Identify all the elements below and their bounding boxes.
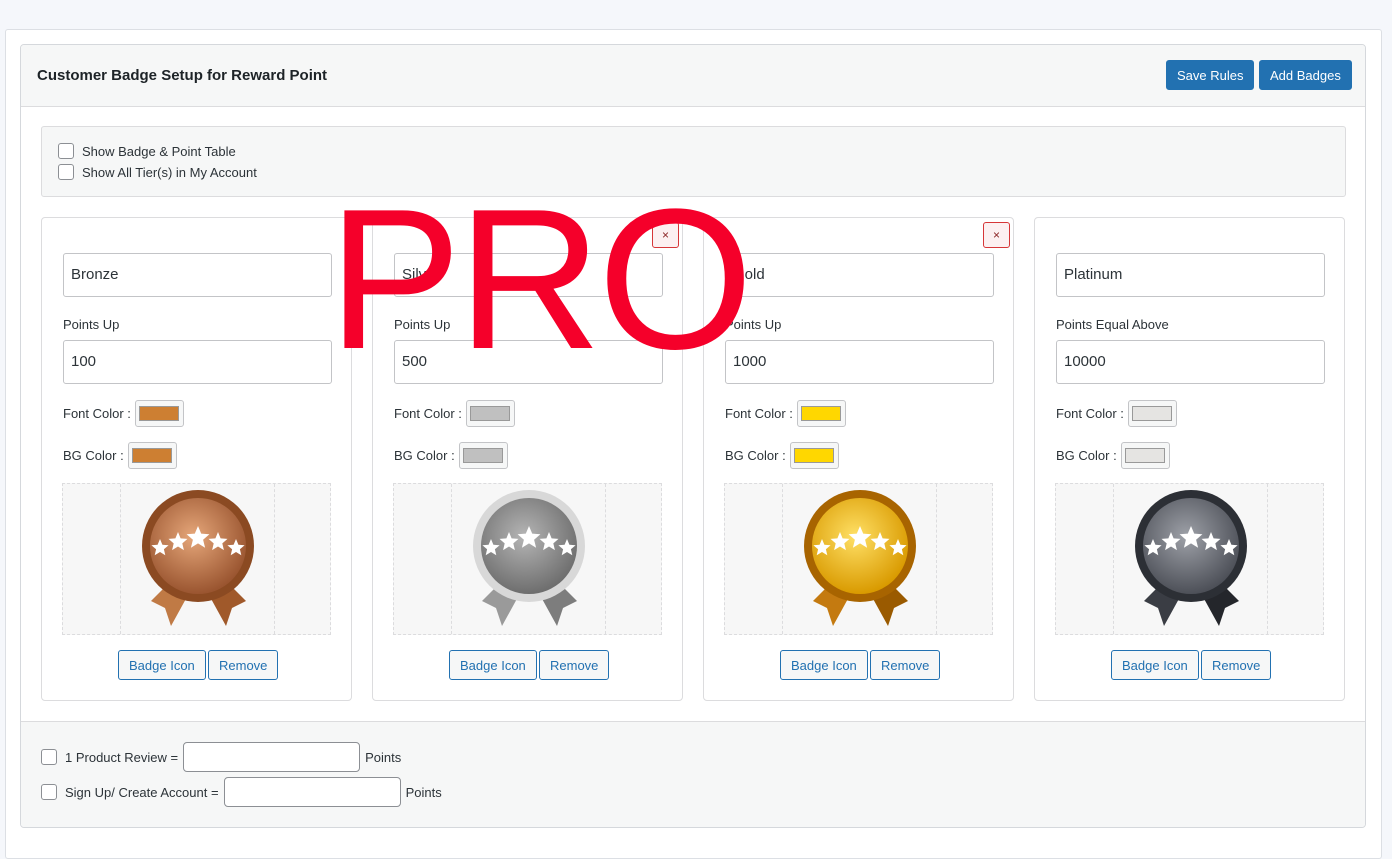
points-label: Points Up [394, 317, 451, 332]
font-color-picker[interactable] [134, 400, 184, 427]
font-color-row: Font Color : [725, 400, 846, 427]
points-input[interactable]: 500 [394, 340, 663, 384]
remove-icon-button[interactable]: Remove [1201, 650, 1272, 680]
badge-icon-preview [393, 483, 662, 635]
remove-card-close-icon[interactable]: × [652, 222, 679, 248]
signup-checkbox[interactable] [41, 784, 57, 800]
extra-points-section: 1 Product Review = Points Sign Up/ Creat… [21, 721, 1365, 827]
show-tiers-checkbox[interactable] [58, 164, 74, 180]
points-label: Points Equal Above [1056, 317, 1169, 332]
badge-icon-button[interactable]: Badge Icon [118, 650, 206, 680]
add-badges-button[interactable]: Add Badges [1259, 60, 1352, 90]
points-input[interactable]: 10000 [1056, 340, 1325, 384]
remove-card-close-icon[interactable]: × [983, 222, 1010, 248]
badge-icon-button[interactable]: Badge Icon [1111, 650, 1199, 680]
font-color-label: Font Color : [725, 406, 793, 421]
show-table-option[interactable]: Show Badge & Point Table [58, 143, 236, 159]
bg-color-picker[interactable] [1120, 442, 1170, 469]
font-color-label: Font Color : [394, 406, 462, 421]
badge-icon-button[interactable]: Badge Icon [449, 650, 537, 680]
show-tiers-option[interactable]: Show All Tier(s) in My Account [58, 164, 257, 180]
badge-card-gold: × Gold Points Up 1000 Font Color : BG Co… [703, 217, 1014, 701]
signup-label: Sign Up/ Create Account = [65, 784, 219, 800]
page-title: Customer Badge Setup for Reward Point [37, 67, 328, 84]
badge-icon-preview [724, 483, 993, 635]
bg-color-label: BG Color : [63, 448, 124, 463]
bg-color-row: BG Color : [1056, 442, 1170, 469]
badge-icon-preview [1055, 483, 1324, 635]
bronze-medal-icon [142, 490, 254, 626]
show-tiers-label: Show All Tier(s) in My Account [82, 164, 257, 180]
show-table-checkbox[interactable] [58, 143, 74, 159]
badge-setup-panel: Customer Badge Setup for Reward Point Sa… [20, 44, 1366, 828]
font-color-picker[interactable] [1127, 400, 1177, 427]
show-table-label: Show Badge & Point Table [82, 143, 236, 159]
panel-header: Customer Badge Setup for Reward Point Sa… [21, 45, 1365, 107]
badge-card-bronze: Bronze Points Up 100 Font Color : BG Col… [41, 217, 352, 701]
font-color-row: Font Color : [1056, 400, 1177, 427]
points-input[interactable]: 1000 [725, 340, 994, 384]
signup-points-suffix: Points [405, 784, 442, 800]
points-label: Points Up [63, 317, 120, 332]
font-color-label: Font Color : [63, 406, 131, 421]
font-color-row: Font Color : [63, 400, 184, 427]
points-input[interactable]: 100 [63, 340, 332, 384]
font-color-picker[interactable] [465, 400, 515, 427]
review-label: 1 Product Review = [65, 749, 179, 765]
badge-name-input[interactable]: Platinum [1056, 253, 1325, 297]
font-color-label: Font Color : [1056, 406, 1124, 421]
remove-icon-button[interactable]: Remove [208, 650, 279, 680]
bg-color-picker[interactable] [789, 442, 839, 469]
signup-points-input[interactable] [223, 777, 401, 807]
badge-icon-button[interactable]: Badge Icon [780, 650, 868, 680]
gold-medal-icon [804, 490, 916, 626]
review-checkbox[interactable] [41, 749, 57, 765]
review-points-suffix: Points [365, 749, 402, 765]
bg-color-label: BG Color : [1056, 448, 1117, 463]
bg-color-label: BG Color : [394, 448, 455, 463]
badge-card-platinum: Platinum Points Equal Above 10000 Font C… [1034, 217, 1345, 701]
bg-color-row: BG Color : [394, 442, 508, 469]
font-color-picker[interactable] [796, 400, 846, 427]
badge-card-silver: × Silver Points Up 500 Font Color : BG C… [372, 217, 683, 701]
badge-name-input[interactable]: Silver [394, 253, 663, 297]
review-points-input[interactable] [183, 742, 361, 772]
badge-icon-preview [62, 483, 331, 635]
remove-icon-button[interactable]: Remove [870, 650, 941, 680]
remove-icon-button[interactable]: Remove [539, 650, 610, 680]
badge-name-input[interactable]: Bronze [63, 253, 332, 297]
platinum-medal-icon [1135, 490, 1247, 626]
bg-color-label: BG Color : [725, 448, 786, 463]
bg-color-picker[interactable] [458, 442, 508, 469]
signup-points-row: Sign Up/ Create Account = Points [41, 777, 442, 807]
bg-color-row: BG Color : [725, 442, 839, 469]
review-points-row: 1 Product Review = Points [41, 742, 401, 772]
bg-color-row: BG Color : [63, 442, 177, 469]
points-label: Points Up [725, 317, 782, 332]
save-rules-button[interactable]: Save Rules [1166, 60, 1255, 90]
font-color-row: Font Color : [394, 400, 515, 427]
bg-color-picker[interactable] [127, 442, 177, 469]
silver-medal-icon [473, 490, 585, 626]
badge-name-input[interactable]: Gold [725, 253, 994, 297]
display-options: Show Badge & Point Table Show All Tier(s… [41, 126, 1346, 197]
